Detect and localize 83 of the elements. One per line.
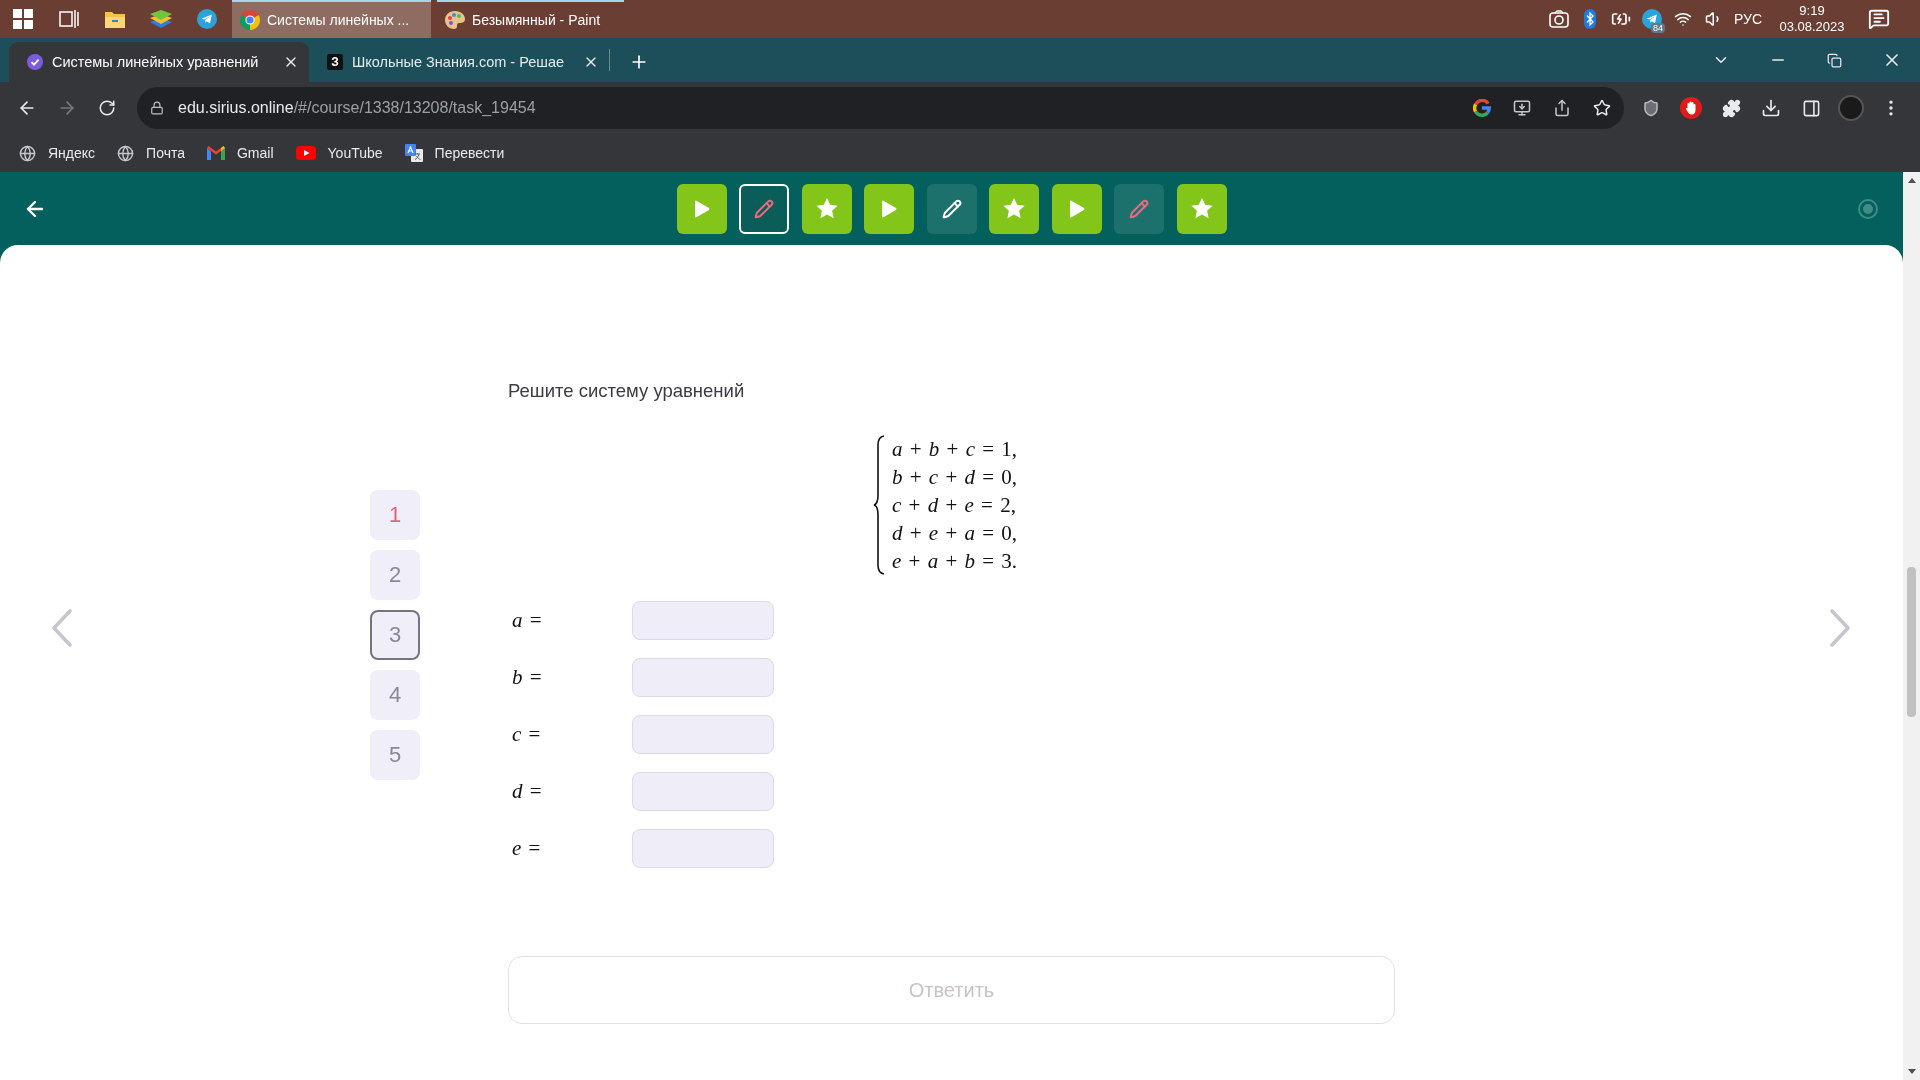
star-icon	[1190, 198, 1213, 219]
address-field[interactable]: edu.sirius.online/#/course/1338/13208/task_19454	[137, 87, 1624, 129]
folder-icon[interactable]	[105, 10, 125, 28]
share-icon[interactable]	[1553, 99, 1571, 117]
browser-icon	[240, 10, 260, 30]
bookmark-link[interactable]: Перевести	[404, 144, 505, 162]
brace-icon	[873, 435, 885, 575]
task-button[interactable]	[926, 183, 977, 234]
side-panel-icon[interactable]	[1801, 98, 1821, 118]
answer-label: b =	[512, 665, 543, 690]
play-icon	[1068, 199, 1085, 218]
puzzle-icon[interactable]	[1721, 98, 1741, 118]
task-button[interactable]	[739, 183, 789, 234]
clock-time[interactable]: 9:19	[1799, 3, 1825, 19]
bluetooth-icon[interactable]	[1583, 9, 1596, 29]
scroll-down-icon[interactable]	[1907, 1069, 1916, 1074]
answer-label: a =	[512, 608, 543, 633]
bookmark-link[interactable]: YouTube	[295, 145, 383, 161]
task-button[interactable]	[676, 183, 727, 234]
bookmark-link[interactable]: Яндекс	[19, 144, 96, 162]
paper-plane-icon[interactable]	[197, 9, 217, 29]
star-icon	[1003, 198, 1025, 219]
bookmark-link[interactable]: Почта	[117, 144, 185, 162]
task-prompt: Решите систему уравнений	[508, 379, 746, 403]
answer-label: c =	[512, 722, 542, 747]
equation: a + b + c = 1,	[892, 436, 1018, 463]
task-view-icon[interactable]	[59, 9, 79, 29]
language-indicator[interactable]: РУС	[1733, 11, 1762, 27]
answer-field[interactable]	[632, 715, 774, 754]
answer-label: d =	[512, 779, 543, 804]
bookmark-link[interactable]: Gmail	[207, 145, 274, 161]
install-icon[interactable]	[1513, 99, 1531, 117]
answer-field[interactable]	[632, 658, 774, 697]
task-button[interactable]	[1176, 183, 1227, 234]
globe-icon	[117, 144, 135, 162]
scrollbar[interactable]	[1903, 172, 1920, 1080]
task-button[interactable]	[801, 183, 852, 234]
star-icon	[815, 198, 838, 219]
translate-icon	[404, 144, 423, 162]
equation: b + c + d = 0,	[892, 464, 1018, 491]
paper-plane-icon[interactable]	[1641, 9, 1662, 29]
answer-field[interactable]	[632, 601, 774, 640]
equation: e + a + b = 3.	[892, 548, 1018, 575]
pencil-icon	[941, 198, 962, 219]
equation: c + d + e = 2,	[892, 492, 1017, 519]
palette-icon	[445, 11, 465, 29]
hand-icon[interactable]	[1680, 97, 1702, 119]
equation: d + e + a = 0,	[892, 520, 1018, 547]
answer-field[interactable]	[632, 829, 774, 868]
pencil-icon	[1129, 198, 1149, 219]
pencil-icon	[754, 198, 774, 219]
download-icon[interactable]	[1761, 98, 1781, 118]
play-icon	[693, 199, 710, 218]
notifications-icon[interactable]	[1868, 8, 1890, 30]
task-button[interactable]	[864, 183, 914, 234]
camera-icon[interactable]	[1548, 10, 1569, 28]
browser-tab[interactable]: З Школьные Знания.com - Решае	[309, 42, 609, 82]
badge-count: 84	[1651, 23, 1665, 33]
task-button[interactable]	[1051, 183, 1102, 234]
shield-icon[interactable]	[1642, 99, 1660, 117]
answer-label: e =	[512, 836, 542, 861]
answer-field[interactable]	[632, 772, 774, 811]
taskbar-window-button[interactable]: Системы линейных ...	[232, 0, 431, 38]
browser-tab[interactable]: Системы линейных уравнений	[9, 42, 309, 82]
windows-logo-icon[interactable]	[13, 9, 33, 29]
play-logo-icon	[295, 146, 316, 160]
layers-icon[interactable]	[150, 10, 172, 28]
logo-letter: З	[327, 54, 343, 70]
mail-logo-icon	[207, 146, 225, 160]
check-circle-icon	[27, 54, 43, 70]
g-logo-icon[interactable]	[1473, 99, 1491, 117]
bookmark-star-icon[interactable]	[1593, 99, 1611, 117]
globe-icon	[19, 144, 36, 162]
scroll-up-icon[interactable]	[1907, 178, 1916, 183]
reload-icon[interactable]	[98, 99, 116, 117]
play-icon	[881, 199, 897, 218]
scrollbar-thumb[interactable]	[1907, 567, 1916, 717]
clock-date[interactable]: 03.08.2023	[1779, 19, 1845, 35]
lock-icon	[150, 101, 164, 115]
url-text: edu.sirius.online/#/course/1338/13208/task_19454	[178, 99, 536, 117]
wifi-icon[interactable]	[1673, 10, 1692, 28]
restore-icon[interactable]	[1827, 52, 1842, 68]
task-button[interactable]	[989, 183, 1039, 234]
